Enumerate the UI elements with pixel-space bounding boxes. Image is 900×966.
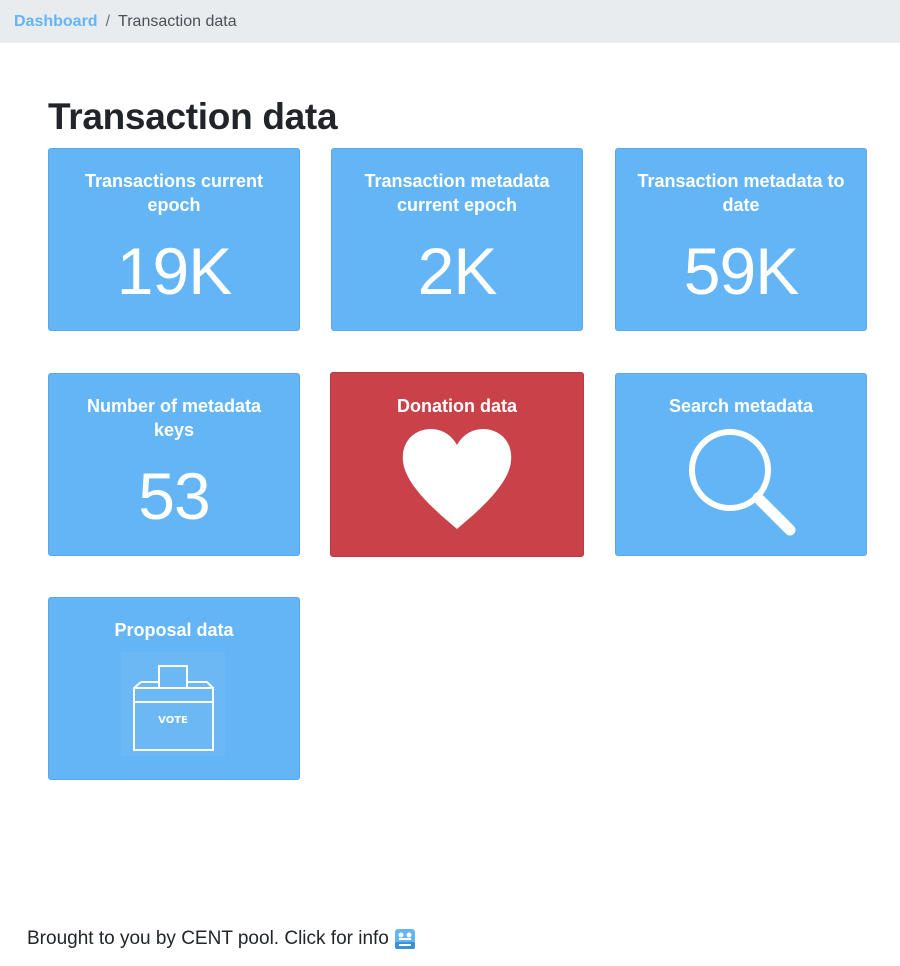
breadcrumb-current: Transaction data [118,12,237,30]
ballot-box-icon: VOTE [49,652,299,756]
tile-label: Number of metadata keys [86,396,262,440]
ballot-box-label: VOTE [158,715,188,726]
tile-proposal-data[interactable]: Proposal data VOTE [48,597,300,780]
tile-donation-data[interactable]: Donation data [330,372,584,557]
breadcrumb: Dashboard / Transaction data [0,0,900,43]
breadcrumb-dashboard-link[interactable]: Dashboard [14,13,98,31]
tile-transactions-current-epoch[interactable]: Transactions current epoch 19K [48,148,300,331]
heart-icon [331,427,583,531]
cent-pool-logo-icon [394,928,416,950]
tile-label: Donation data [397,396,517,416]
tile-label: Search metadata [668,396,814,416]
tile-value: 59K [683,234,799,308]
tile-label: Transactions current epoch [84,171,264,215]
tile-transaction-metadata-to-date[interactable]: Transaction metadata to date 59K [615,148,867,331]
tile-label: Proposal data [114,620,234,640]
breadcrumb-separator: / [105,12,111,30]
tile-number-of-metadata-keys[interactable]: Number of metadata keys 53 [48,373,300,556]
page-title: Transaction data [48,96,338,137]
tile-transaction-metadata-current-epoch[interactable]: Transaction metadata current epoch 2K [331,148,583,331]
tile-value: 53 [138,459,210,533]
tile-value: 19K [116,234,232,308]
tile-label: Transaction metadata current epoch [364,171,550,215]
tile-label: Transaction metadata to date [637,171,845,215]
footer-text: Brought to you by CENT pool. Click for i… [27,928,389,949]
tile-value: 2K [417,234,498,308]
footer-info-link[interactable]: Brought to you by CENT pool. Click for i… [27,928,416,950]
magnifier-icon [616,426,866,542]
tile-search-metadata[interactable]: Search metadata [615,373,867,556]
